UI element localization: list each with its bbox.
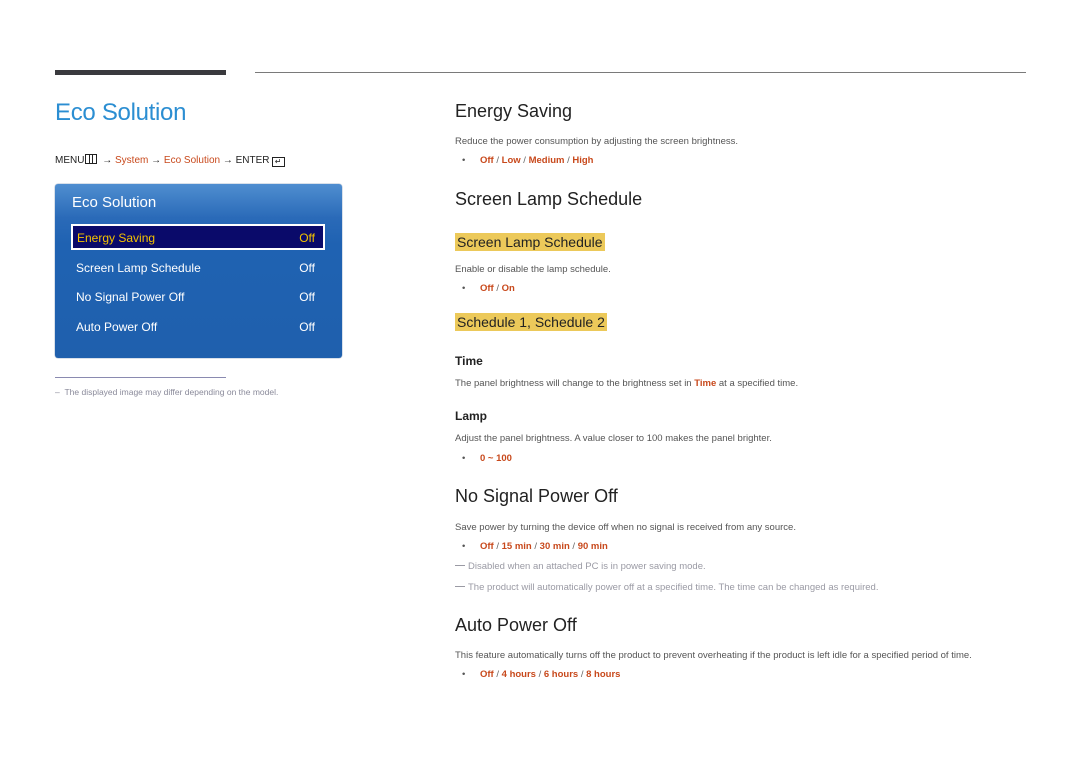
osd-item-value: Off: [299, 290, 315, 304]
section-title-screen-lamp-schedule: Screen Lamp Schedule: [455, 189, 643, 209]
footnote-text: The displayed image may differ depending…: [64, 387, 279, 397]
arrow-3: →: [222, 155, 233, 166]
option: 6 hours: [543, 669, 579, 680]
option: 8 hours: [586, 669, 621, 680]
lamp-description: Adjust the panel brightness. A value clo…: [455, 433, 772, 444]
no-signal-options: • Off / 15 min / 30 min / 90 min: [462, 541, 608, 552]
lamp-range: • 0 ~ 100: [462, 453, 512, 464]
option: High: [572, 155, 594, 166]
osd-item-value: Off: [299, 320, 315, 334]
option: 15 min: [501, 541, 532, 552]
lamp-heading: Lamp: [455, 409, 488, 423]
option: Low: [501, 155, 521, 166]
bullet: •: [462, 155, 466, 166]
auto-power-off-description: This feature automatically turns off the…: [455, 650, 972, 661]
header-thin-rule: [255, 72, 1026, 73]
menu-step-eco-solution: Eco Solution: [163, 155, 221, 166]
time-desc-text: at a specified time.: [716, 378, 799, 389]
osd-item-label: Energy Saving: [77, 231, 156, 245]
range-value: 0 ~ 100: [480, 453, 512, 464]
menu-grid-icon: [85, 154, 98, 164]
osd-item-label: No Signal Power Off: [76, 290, 185, 304]
eco-solution-osd-panel: Eco Solution Energy Saving Off Screen La…: [55, 184, 342, 358]
energy-saving-description: Reduce the power consumption by adjustin…: [455, 136, 739, 147]
note-text: Disabled when an attached PC is in power…: [468, 561, 706, 572]
option: Off: [480, 669, 494, 680]
note-dash: [455, 586, 465, 587]
subsection-title-screen-lamp-schedule: Screen Lamp Schedule: [455, 233, 605, 251]
osd-item-screen-lamp-schedule[interactable]: Screen Lamp Schedule Off: [71, 255, 325, 281]
arrow-1: →: [102, 155, 113, 166]
no-signal-description: Save power by turning the device off whe…: [455, 522, 796, 533]
bullet: •: [462, 283, 466, 294]
option: On: [501, 283, 515, 294]
screen-lamp-schedule-options: • Off / On: [462, 283, 515, 294]
enter-icon: ↵: [271, 157, 285, 167]
menu-label: MENU: [55, 155, 85, 166]
option: Off: [480, 283, 494, 294]
menu-path: MENU → System → Eco Solution → ENTER ↵: [55, 154, 285, 167]
osd-item-no-signal-power-off[interactable]: No Signal Power Off Off: [71, 284, 325, 310]
option: 90 min: [577, 541, 608, 552]
option: Off: [480, 155, 494, 166]
subsection-title-schedules: Schedule 1, Schedule 2: [455, 313, 607, 331]
note: The product will automatically power off…: [455, 582, 878, 593]
osd-item-value: Off: [299, 261, 315, 275]
section-title-energy-saving: Energy Saving: [455, 101, 573, 121]
option: Off: [480, 541, 494, 552]
option: 4 hours: [501, 669, 536, 680]
time-desc-highlight: Time: [694, 378, 717, 389]
bullet: •: [462, 669, 466, 680]
footnote: – The displayed image may differ dependi…: [55, 387, 278, 397]
note-text: The product will automatically power off…: [468, 582, 879, 593]
section-title-auto-power-off: Auto Power Off: [455, 615, 577, 635]
option: Medium: [528, 155, 565, 166]
osd-item-value: Off: [299, 231, 315, 245]
time-heading: Time: [455, 354, 483, 368]
footnote-rule: [55, 377, 226, 378]
osd-title: Eco Solution: [72, 194, 157, 211]
arrow-2: →: [151, 155, 162, 166]
note-dash: [455, 565, 465, 566]
page-title: Eco Solution: [55, 99, 187, 126]
auto-power-off-options: • Off / 4 hours / 6 hours / 8 hours: [462, 669, 621, 680]
screen-lamp-schedule-description: Enable or disable the lamp schedule.: [455, 264, 611, 275]
bullet: •: [462, 541, 466, 552]
time-description: The panel brightness will change to the …: [455, 378, 798, 389]
osd-item-label: Auto Power Off: [76, 320, 158, 334]
bullet: •: [462, 453, 466, 464]
osd-item-label: Screen Lamp Schedule: [76, 261, 201, 275]
note: Disabled when an attached PC is in power…: [455, 561, 706, 572]
option: 30 min: [539, 541, 570, 552]
section-title-no-signal-power-off: No Signal Power Off: [455, 486, 618, 506]
header-thick-rule: [55, 70, 226, 75]
time-desc-text: The panel brightness will change to the …: [455, 378, 695, 389]
osd-item-energy-saving[interactable]: Energy Saving Off: [71, 224, 325, 250]
menu-step-system: System: [115, 155, 149, 166]
osd-item-auto-power-off[interactable]: Auto Power Off Off: [71, 314, 325, 340]
footnote-dash: –: [55, 387, 60, 397]
enter-label: ENTER: [235, 155, 270, 166]
energy-saving-options: • Off / Low / Medium / High: [462, 155, 594, 166]
